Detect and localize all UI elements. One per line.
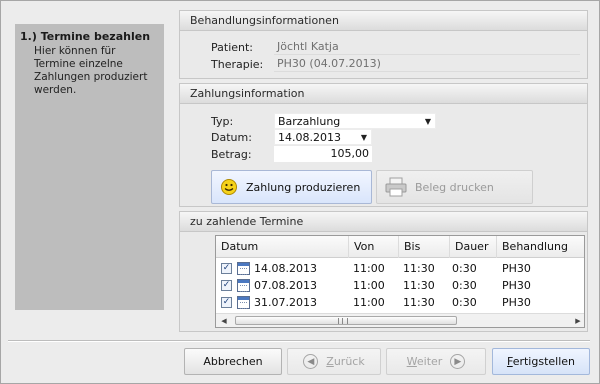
step-description: Hier können für Termine einzelne Zahlung…: [34, 45, 148, 96]
table-row[interactable]: ✓ 31.07.2013 11:00 11:30 0:30 PH30: [216, 294, 584, 311]
zahlung-header: Zahlungsinformation: [180, 84, 587, 104]
column-bis[interactable]: Bis: [399, 236, 450, 258]
cell-von: 11:00: [353, 262, 385, 275]
column-von[interactable]: Von: [349, 236, 399, 258]
datum-label: Datum:: [211, 131, 252, 144]
scrollbar-thumb[interactable]: [235, 316, 457, 325]
cancel-label: Abbrechen: [203, 355, 263, 368]
calendar-icon: [237, 262, 250, 275]
finish-button[interactable]: Fertigstellen: [492, 348, 590, 375]
produce-payment-label: Zahlung produzieren: [246, 180, 361, 194]
cell-datum: 14.08.2013: [254, 262, 317, 275]
next-button[interactable]: Weiter ▶: [386, 348, 486, 375]
calendar-icon: [237, 296, 250, 309]
cell-bis: 11:30: [403, 296, 435, 309]
produce-payment-button[interactable]: Zahlung produzieren: [211, 170, 372, 204]
betrag-label: Betrag:: [211, 148, 252, 161]
cell-von: 11:00: [353, 296, 385, 309]
therapie-label: Therapie:: [211, 58, 264, 71]
row-checkbox[interactable]: ✓: [221, 263, 232, 274]
cell-behandlung: PH30: [502, 279, 531, 292]
betrag-input[interactable]: 105,00: [274, 146, 372, 162]
grip-icon: [338, 318, 348, 324]
step-title: 1.) Termine bezahlen: [20, 30, 151, 43]
scroll-right-icon[interactable]: ▶: [572, 315, 584, 327]
arrow-left-icon: ◀: [303, 354, 319, 369]
chevron-down-icon: ▼: [360, 133, 367, 142]
checkmark-icon: ✓: [222, 297, 231, 307]
calendar-icon: [237, 279, 250, 292]
typ-label: Typ:: [211, 115, 234, 128]
checkmark-icon: ✓: [222, 280, 231, 290]
cell-dauer: 0:30: [452, 279, 477, 292]
finish-label: Fertigstellen: [506, 355, 576, 368]
cancel-button[interactable]: Abbrechen: [184, 348, 282, 375]
cell-behandlung: PH30: [502, 262, 531, 275]
back-label: Zurück: [326, 355, 365, 368]
therapie-field: PH30 (04.07.2013): [274, 56, 580, 72]
appointments-table: Datum Von Bis Dauer Behandlung ✓ 14.08.2…: [215, 235, 585, 328]
cell-datum: 31.07.2013: [254, 296, 317, 309]
row-checkbox[interactable]: ✓: [221, 280, 232, 291]
printer-icon: [385, 177, 407, 197]
print-receipt-button[interactable]: Beleg drucken: [376, 170, 533, 204]
step-panel: 1.) Termine bezahlen Hier können für Ter…: [15, 24, 164, 310]
datum-value: 14.08.2013: [278, 131, 341, 144]
patient-label: Patient:: [211, 41, 254, 54]
table-row[interactable]: ✓ 07.08.2013 11:00 11:30 0:30 PH30: [216, 277, 584, 294]
typ-value: Barzahlung: [278, 115, 341, 128]
back-button[interactable]: ◀ Zurück: [287, 348, 381, 375]
chevron-down-icon: ▼: [424, 117, 431, 126]
arrow-right-icon: ▶: [450, 354, 466, 369]
column-dauer[interactable]: Dauer: [450, 236, 497, 258]
next-label: Weiter: [406, 355, 443, 368]
print-receipt-label: Beleg drucken: [415, 180, 494, 194]
checkmark-icon: ✓: [222, 263, 231, 273]
datum-picker[interactable]: 14.08.2013 ▼: [274, 129, 372, 145]
footer-separator: [8, 340, 590, 342]
table-row[interactable]: ✓ 14.08.2013 11:00 11:30 0:30 PH30: [216, 260, 584, 277]
table-header: Datum Von Bis Dauer Behandlung: [216, 236, 584, 258]
behandlung-header: Behandlungsinformationen: [180, 11, 587, 31]
typ-dropdown[interactable]: Barzahlung ▼: [274, 113, 436, 129]
column-datum[interactable]: Datum: [216, 236, 349, 258]
column-behandlung[interactable]: Behandlung: [497, 236, 584, 258]
cell-datum: 07.08.2013: [254, 279, 317, 292]
horizontal-scrollbar[interactable]: ◀ ▶: [216, 313, 584, 327]
cell-bis: 11:30: [403, 262, 435, 275]
cell-behandlung: PH30: [502, 296, 531, 309]
scroll-left-icon[interactable]: ◀: [218, 315, 230, 327]
cell-bis: 11:30: [403, 279, 435, 292]
row-checkbox[interactable]: ✓: [221, 297, 232, 308]
cell-dauer: 0:30: [452, 262, 477, 275]
patient-field: Jöchtl Katja: [274, 39, 580, 55]
cell-dauer: 0:30: [452, 296, 477, 309]
smiley-icon: [221, 179, 237, 195]
cell-von: 11:00: [353, 279, 385, 292]
termine-header: zu zahlende Termine: [180, 212, 587, 232]
